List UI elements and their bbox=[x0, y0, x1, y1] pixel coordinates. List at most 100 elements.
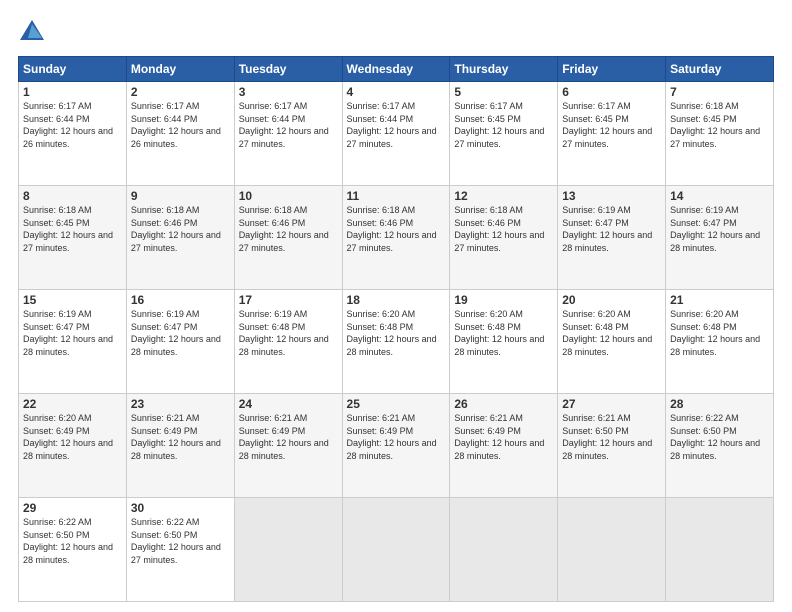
day-info: Sunrise: 6:17 AMSunset: 6:45 PMDaylight:… bbox=[562, 100, 661, 150]
calendar-cell: 24Sunrise: 6:21 AMSunset: 6:49 PMDayligh… bbox=[234, 394, 342, 498]
calendar-cell: 28Sunrise: 6:22 AMSunset: 6:50 PMDayligh… bbox=[666, 394, 774, 498]
day-number: 30 bbox=[131, 501, 230, 515]
day-number: 22 bbox=[23, 397, 122, 411]
day-number: 6 bbox=[562, 85, 661, 99]
calendar-cell: 1Sunrise: 6:17 AMSunset: 6:44 PMDaylight… bbox=[19, 82, 127, 186]
day-info: Sunrise: 6:18 AMSunset: 6:46 PMDaylight:… bbox=[131, 204, 230, 254]
calendar-cell: 4Sunrise: 6:17 AMSunset: 6:44 PMDaylight… bbox=[342, 82, 450, 186]
day-number: 5 bbox=[454, 85, 553, 99]
day-info: Sunrise: 6:18 AMSunset: 6:46 PMDaylight:… bbox=[454, 204, 553, 254]
calendar-week-row: 1Sunrise: 6:17 AMSunset: 6:44 PMDaylight… bbox=[19, 82, 774, 186]
calendar-header-saturday: Saturday bbox=[666, 57, 774, 82]
day-number: 7 bbox=[670, 85, 769, 99]
calendar-cell: 14Sunrise: 6:19 AMSunset: 6:47 PMDayligh… bbox=[666, 186, 774, 290]
calendar-cell bbox=[342, 498, 450, 602]
day-info: Sunrise: 6:20 AMSunset: 6:48 PMDaylight:… bbox=[562, 308, 661, 358]
day-number: 1 bbox=[23, 85, 122, 99]
calendar-cell: 22Sunrise: 6:20 AMSunset: 6:49 PMDayligh… bbox=[19, 394, 127, 498]
day-info: Sunrise: 6:19 AMSunset: 6:47 PMDaylight:… bbox=[131, 308, 230, 358]
day-info: Sunrise: 6:21 AMSunset: 6:49 PMDaylight:… bbox=[454, 412, 553, 462]
day-number: 2 bbox=[131, 85, 230, 99]
calendar-header-tuesday: Tuesday bbox=[234, 57, 342, 82]
day-info: Sunrise: 6:21 AMSunset: 6:49 PMDaylight:… bbox=[347, 412, 446, 462]
calendar-header-row: SundayMondayTuesdayWednesdayThursdayFrid… bbox=[19, 57, 774, 82]
logo-icon bbox=[18, 18, 46, 46]
day-number: 4 bbox=[347, 85, 446, 99]
day-number: 15 bbox=[23, 293, 122, 307]
day-number: 11 bbox=[347, 189, 446, 203]
day-number: 27 bbox=[562, 397, 661, 411]
header bbox=[18, 18, 774, 46]
calendar-cell: 17Sunrise: 6:19 AMSunset: 6:48 PMDayligh… bbox=[234, 290, 342, 394]
day-info: Sunrise: 6:20 AMSunset: 6:49 PMDaylight:… bbox=[23, 412, 122, 462]
calendar-header-friday: Friday bbox=[558, 57, 666, 82]
calendar-cell: 29Sunrise: 6:22 AMSunset: 6:50 PMDayligh… bbox=[19, 498, 127, 602]
calendar-cell: 30Sunrise: 6:22 AMSunset: 6:50 PMDayligh… bbox=[126, 498, 234, 602]
day-info: Sunrise: 6:21 AMSunset: 6:49 PMDaylight:… bbox=[131, 412, 230, 462]
calendar-week-row: 15 Sunrise: 6:19 AMSunset: 6:47 PMDayligh… bbox=[19, 290, 774, 394]
calendar-cell: 9Sunrise: 6:18 AMSunset: 6:46 PMDaylight… bbox=[126, 186, 234, 290]
calendar-cell: 16Sunrise: 6:19 AMSunset: 6:47 PMDayligh… bbox=[126, 290, 234, 394]
day-info: Sunrise: 6:17 AMSunset: 6:44 PMDaylight:… bbox=[23, 100, 122, 150]
day-info: Sunrise: 6:19 AMSunset: 6:48 PMDaylight:… bbox=[239, 308, 338, 358]
day-info: Sunrise: 6:18 AMSunset: 6:45 PMDaylight:… bbox=[670, 100, 769, 150]
calendar-cell: 10Sunrise: 6:18 AMSunset: 6:46 PMDayligh… bbox=[234, 186, 342, 290]
day-number: 25 bbox=[347, 397, 446, 411]
calendar-cell: 27Sunrise: 6:21 AMSunset: 6:50 PMDayligh… bbox=[558, 394, 666, 498]
day-info: Sunrise: 6:20 AMSunset: 6:48 PMDaylight:… bbox=[454, 308, 553, 358]
calendar-cell: 13Sunrise: 6:19 AMSunset: 6:47 PMDayligh… bbox=[558, 186, 666, 290]
calendar-cell: 5Sunrise: 6:17 AMSunset: 6:45 PMDaylight… bbox=[450, 82, 558, 186]
calendar-header-wednesday: Wednesday bbox=[342, 57, 450, 82]
calendar-cell bbox=[450, 498, 558, 602]
calendar-cell: 21Sunrise: 6:20 AMSunset: 6:48 PMDayligh… bbox=[666, 290, 774, 394]
calendar-cell: 12Sunrise: 6:18 AMSunset: 6:46 PMDayligh… bbox=[450, 186, 558, 290]
calendar-header-thursday: Thursday bbox=[450, 57, 558, 82]
calendar-cell bbox=[666, 498, 774, 602]
day-number: 3 bbox=[239, 85, 338, 99]
calendar-week-row: 22Sunrise: 6:20 AMSunset: 6:49 PMDayligh… bbox=[19, 394, 774, 498]
day-number: 28 bbox=[670, 397, 769, 411]
calendar-cell: 15Sunrise: 6:19 AMSunset: 6:47 PMDayligh… bbox=[19, 290, 127, 394]
calendar-table: SundayMondayTuesdayWednesdayThursdayFrid… bbox=[18, 56, 774, 602]
calendar-cell: 18Sunrise: 6:20 AMSunset: 6:48 PMDayligh… bbox=[342, 290, 450, 394]
day-number: 12 bbox=[454, 189, 553, 203]
day-number: 29 bbox=[23, 501, 122, 515]
day-info: Sunrise: 6:22 AMSunset: 6:50 PMDaylight:… bbox=[131, 516, 230, 566]
calendar-cell: 6Sunrise: 6:17 AMSunset: 6:45 PMDaylight… bbox=[558, 82, 666, 186]
calendar-cell bbox=[558, 498, 666, 602]
day-number: 8 bbox=[23, 189, 122, 203]
day-info: Sunrise: 6:17 AMSunset: 6:44 PMDaylight:… bbox=[347, 100, 446, 150]
day-number: 18 bbox=[347, 293, 446, 307]
calendar-week-row: 29 Sunrise: 6:22 AMSunset: 6:50 PMDayligh… bbox=[19, 498, 774, 602]
calendar-cell: 25Sunrise: 6:21 AMSunset: 6:49 PMDayligh… bbox=[342, 394, 450, 498]
calendar-cell: 11Sunrise: 6:18 AMSunset: 6:46 PMDayligh… bbox=[342, 186, 450, 290]
day-info: Sunrise: 6:19 AMSunset: 6:47 PMDaylight:… bbox=[670, 204, 769, 254]
day-info: Sunrise: 6:17 AMSunset: 6:44 PMDaylight:… bbox=[239, 100, 338, 150]
day-info: Sunrise: 6:18 AMSunset: 6:46 PMDaylight:… bbox=[239, 204, 338, 254]
day-info: Sunrise: 6:22 AMSunset: 6:50 PMDaylight:… bbox=[670, 412, 769, 462]
calendar-header-sunday: Sunday bbox=[19, 57, 127, 82]
calendar-week-row: 8Sunrise: 6:18 AMSunset: 6:45 PMDaylight… bbox=[19, 186, 774, 290]
day-number: 26 bbox=[454, 397, 553, 411]
day-info: Sunrise: 6:20 AMSunset: 6:48 PMDaylight:… bbox=[670, 308, 769, 358]
day-number: 17 bbox=[239, 293, 338, 307]
calendar-cell bbox=[234, 498, 342, 602]
day-number: 16 bbox=[131, 293, 230, 307]
calendar-cell: 23Sunrise: 6:21 AMSunset: 6:49 PMDayligh… bbox=[126, 394, 234, 498]
day-info: Sunrise: 6:18 AMSunset: 6:45 PMDaylight:… bbox=[23, 204, 122, 254]
calendar-cell: 20Sunrise: 6:20 AMSunset: 6:48 PMDayligh… bbox=[558, 290, 666, 394]
day-number: 14 bbox=[670, 189, 769, 203]
calendar-cell: 7Sunrise: 6:18 AMSunset: 6:45 PMDaylight… bbox=[666, 82, 774, 186]
calendar-cell: 19Sunrise: 6:20 AMSunset: 6:48 PMDayligh… bbox=[450, 290, 558, 394]
day-number: 19 bbox=[454, 293, 553, 307]
calendar-cell: 8Sunrise: 6:18 AMSunset: 6:45 PMDaylight… bbox=[19, 186, 127, 290]
day-info: Sunrise: 6:17 AMSunset: 6:45 PMDaylight:… bbox=[454, 100, 553, 150]
day-number: 21 bbox=[670, 293, 769, 307]
day-number: 24 bbox=[239, 397, 338, 411]
day-number: 13 bbox=[562, 189, 661, 203]
calendar-cell: 2Sunrise: 6:17 AMSunset: 6:44 PMDaylight… bbox=[126, 82, 234, 186]
page: SundayMondayTuesdayWednesdayThursdayFrid… bbox=[0, 0, 792, 612]
day-number: 20 bbox=[562, 293, 661, 307]
logo bbox=[18, 18, 50, 46]
day-number: 9 bbox=[131, 189, 230, 203]
